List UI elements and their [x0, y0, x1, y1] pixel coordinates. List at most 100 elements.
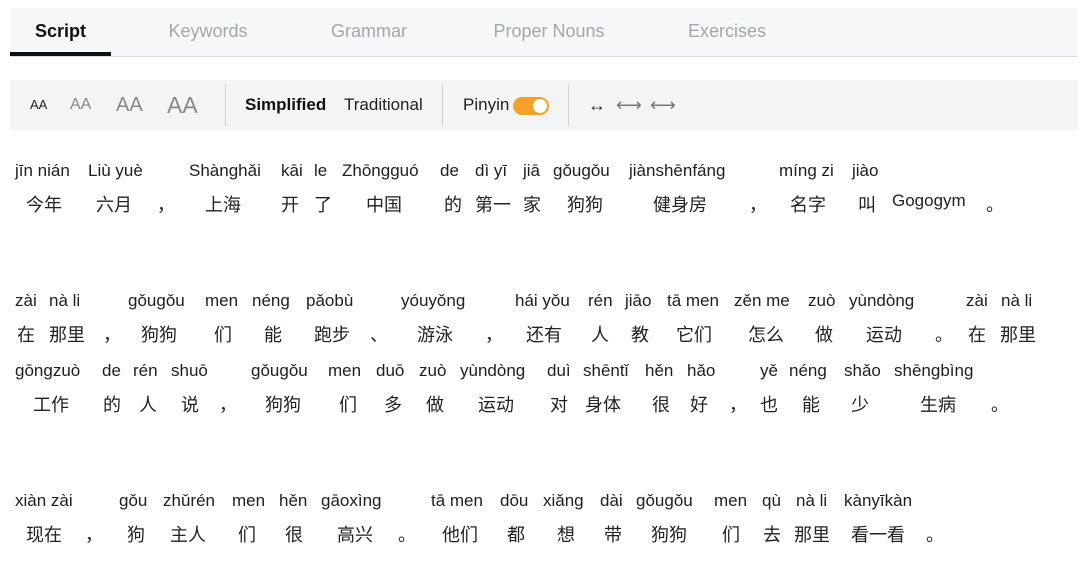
pinyin-text: zài [966, 291, 988, 310]
pinyin-text: gǒugǒu [553, 161, 610, 180]
hanzi-text: 很 [285, 525, 303, 546]
pinyin-text: le [314, 161, 328, 180]
pinyin-text: gǒugǒu [128, 291, 185, 310]
spacing-medium-icon[interactable]: ⟷ [616, 80, 642, 130]
hanzi-text: 名字 [790, 195, 826, 216]
hanzi-text: 狗狗 [567, 195, 603, 216]
tab-exercises[interactable]: Exercises [665, 8, 789, 56]
simplified-button[interactable]: Simplified [245, 80, 326, 130]
hanzi-text: 做 [815, 325, 833, 346]
hanzi-text: 健身房 [653, 195, 707, 216]
hanzi-text: 工作 [33, 395, 69, 416]
pinyin-toggle[interactable] [513, 97, 549, 115]
hanzi-text: 叫 [858, 195, 876, 216]
transcript-line: zài 在 nà li 那里 ， gǒugǒu 狗狗 men 们 néng 能 pǎobù 跑步、 yóu… [0, 291, 1091, 353]
punctuation: ， [485, 325, 503, 346]
punctuation: ， [85, 525, 103, 546]
hanzi-text: 身体 [585, 395, 621, 416]
pinyin-text: men [714, 491, 748, 510]
pinyin-text: hěn [279, 491, 308, 510]
punctuation: 、 [370, 325, 388, 346]
hanzi-text: 运动 [478, 395, 514, 416]
hanzi-text: 带 [604, 525, 622, 546]
spacing-wide-icon[interactable]: ⟷ [650, 80, 676, 130]
spacing-narrow-icon[interactable]: ↔ [588, 80, 606, 130]
hanzi-text: 想 [557, 525, 575, 546]
hanzi-text: 对 [550, 395, 568, 416]
hanzi-text: 狗狗 [141, 325, 177, 346]
hanzi-text: 那里 [1000, 325, 1036, 346]
pinyin-text: duō [376, 361, 405, 380]
pinyin-text: néng [252, 291, 290, 310]
pinyin-text: dì yī [475, 161, 508, 180]
font-size-small-button[interactable]: AA [30, 80, 47, 130]
pinyin-text: shuō [171, 361, 208, 380]
pinyin-text: jiāo [625, 291, 652, 310]
hanzi-text: Gogogym [892, 191, 966, 210]
hanzi-text: 在 [968, 325, 986, 346]
hanzi-text: 中国 [366, 195, 402, 216]
pinyin-text: xiǎng [543, 491, 584, 510]
pinyin-text: shēntǐ [583, 361, 629, 380]
pinyin-text: nà li [796, 491, 828, 510]
hanzi-text: 现在 [26, 525, 62, 546]
hanzi-text: 好 [690, 395, 708, 416]
pinyin-text: hǎo [687, 361, 716, 380]
punctuation: ， [103, 325, 121, 346]
hanzi-text: 了 [314, 195, 332, 216]
tab-proper-nouns[interactable]: Proper Nouns [433, 8, 665, 56]
pinyin-text: zhǔrén [163, 491, 215, 510]
hanzi-text: 在 [17, 325, 35, 346]
transcript-line: xiàn zài 现在 ， gǒu 狗 zhǔrén 主人 men 们 hěn 很 gāoxìng 高兴… [0, 491, 1091, 553]
pinyin-text: míng zi [779, 161, 834, 180]
font-size-medium-button[interactable]: AA [70, 80, 91, 130]
font-size-large-button[interactable]: AA [116, 80, 143, 130]
hanzi-text: 能 [802, 395, 820, 416]
pinyin-text: rén [133, 361, 158, 380]
pinyin-text: rén [588, 291, 613, 310]
hanzi-text: 还有 [526, 325, 562, 346]
hanzi-text: 的 [444, 195, 462, 216]
tab-keywords[interactable]: Keywords [111, 8, 305, 56]
hanzi-text: 少 [851, 395, 869, 416]
traditional-button[interactable]: Traditional [344, 80, 423, 130]
pinyin-text: gǒugǒu [251, 361, 308, 380]
hanzi-text: 狗狗 [651, 525, 687, 546]
hanzi-text: 人 [591, 325, 609, 346]
hanzi-text: 开 [281, 195, 299, 216]
hanzi-text: 它们 [676, 325, 712, 346]
pinyin-text: men [232, 491, 266, 510]
hanzi-text: 游泳 [417, 325, 453, 346]
tab-script[interactable]: Script [10, 8, 111, 56]
pinyin-text: de [440, 161, 459, 180]
transcript-line: jīn nián 今年 Liù yuè 六月 ， Shànghǎi 上海 kāi 开 le 了 Zhō… [0, 161, 1091, 223]
pinyin-text: kāi [281, 161, 303, 180]
hanzi-text: 今年 [26, 195, 62, 216]
pinyin-text: dōu [500, 491, 529, 510]
pinyin-text: Shànghǎi [189, 161, 261, 180]
pinyin-text: duì [547, 361, 571, 380]
pinyin-text: yóuyǒng [401, 291, 466, 310]
hanzi-text: 家 [523, 195, 541, 216]
pinyin-text: Liù yuè [88, 161, 143, 180]
font-size-xlarge-button[interactable]: AA [167, 80, 198, 130]
hanzi-text: 高兴 [337, 525, 373, 546]
punctuation: ， [729, 395, 747, 416]
punctuation: ， [157, 195, 175, 216]
pinyin-text: gǒugǒu [636, 491, 693, 510]
pinyin-text: yùndòng [849, 291, 915, 310]
tab-grammar[interactable]: Grammar [305, 8, 433, 56]
hanzi-text: 主人 [170, 525, 206, 546]
pinyin-text: nà li [49, 291, 81, 310]
pinyin-text: yě [760, 361, 778, 380]
hanzi-text: 怎么 [748, 325, 784, 346]
hanzi-text: 那里 [49, 325, 85, 346]
pinyin-text: dài [600, 491, 623, 510]
pinyin-text: Zhōngguó [342, 161, 419, 180]
pinyin-text: xiàn zài [15, 491, 73, 510]
toggle-knob [533, 99, 547, 113]
hanzi-text: 看一看 [851, 525, 905, 546]
hanzi-text: 们 [214, 325, 232, 346]
transcript-line: gōngzuò 工作 de 的 rén 人 shuō 说 ， gǒugǒu 狗狗 men 们 duō 多 zu… [0, 361, 1091, 423]
toolbar-divider [568, 84, 569, 126]
